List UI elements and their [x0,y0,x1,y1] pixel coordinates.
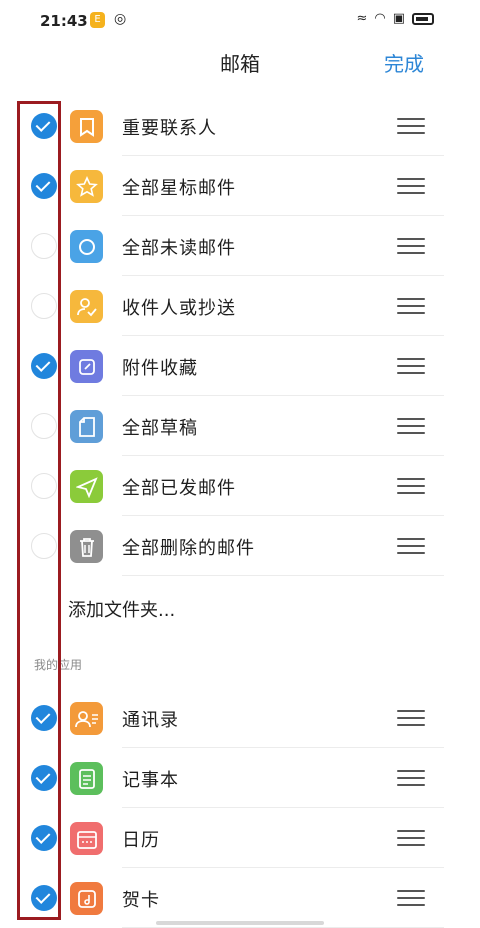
wifi-icon: ◠ [374,11,386,26]
unchecked-checkbox[interactable] [31,233,57,259]
status-icons: ≈ ◠ ▣ [356,11,434,26]
status-time: 21:43 [40,12,88,30]
drag-handle-icon[interactable] [397,890,425,906]
drag-handle-icon[interactable] [397,178,425,194]
list-item-label: 贺卡 [122,890,160,911]
notepad-icon [70,762,103,795]
checked-checkbox[interactable] [31,353,57,379]
status-bar: 21:43 E ◎ ≈ ◠ ▣ [0,0,480,44]
apps-section-label: 我的应用 [34,658,83,672]
list-item[interactable]: 贺卡 [0,868,480,928]
unchecked-checkbox[interactable] [31,473,57,499]
unchecked-checkbox[interactable] [31,413,57,439]
drag-handle-icon[interactable] [397,118,425,134]
home-indicator [156,921,324,925]
card-icon [70,882,103,915]
checked-checkbox[interactable] [31,765,57,791]
list-item-label: 记事本 [122,770,179,791]
list-item-label: 附件收藏 [122,358,198,379]
drag-handle-icon[interactable] [397,418,425,434]
drag-handle-icon[interactable] [397,238,425,254]
drag-handle-icon[interactable] [397,538,425,554]
drag-handle-icon[interactable] [397,830,425,846]
sim-icon: ▣ [392,11,405,26]
checked-checkbox[interactable] [31,173,57,199]
list-item-label: 重要联系人 [122,118,217,139]
drag-handle-icon[interactable] [397,358,425,374]
battery-icon [412,12,434,25]
done-button[interactable]: 完成 [384,48,424,77]
drag-handle-icon[interactable] [397,298,425,314]
checked-checkbox[interactable] [31,825,57,851]
list-item[interactable]: 全部已发邮件 [0,456,480,516]
list-item[interactable]: 日历 [0,808,480,868]
list-item-label: 全部删除的邮件 [122,538,255,559]
list-item-label: 收件人或抄送 [122,298,236,319]
trash-icon [70,530,103,563]
drag-handle-icon[interactable] [397,770,425,786]
list-item-label: 全部草稿 [122,418,198,439]
checked-checkbox[interactable] [31,113,57,139]
drag-handle-icon[interactable] [397,478,425,494]
divider [122,575,444,576]
contacts-icon [70,702,103,735]
list-item-label: 全部未读邮件 [122,238,236,259]
send-icon [70,470,103,503]
unchecked-checkbox[interactable] [31,533,57,559]
bookmark-icon [70,110,103,143]
calendar-icon [70,822,103,855]
circle-icon [70,230,103,263]
list-item[interactable]: 重要联系人 [0,96,480,156]
star-icon [70,170,103,203]
app-notification-icon: E [90,12,105,28]
draft-icon [70,410,103,443]
list-item[interactable]: 全部未读邮件 [0,216,480,276]
list-item[interactable]: 附件收藏 [0,336,480,396]
list-item[interactable]: 全部草稿 [0,396,480,456]
unchecked-checkbox[interactable] [31,293,57,319]
signal-icon: ≈ [356,11,368,26]
attachment-icon [70,350,103,383]
list-item[interactable]: 全部星标邮件 [0,156,480,216]
location-icon: ◎ [114,11,127,27]
drag-handle-icon[interactable] [397,710,425,726]
list-item-label: 日历 [122,830,160,851]
list-item[interactable]: 通讯录 [0,688,480,748]
add-folder-button[interactable]: 添加文件夹... [68,596,175,622]
list-item[interactable]: 收件人或抄送 [0,276,480,336]
checked-checkbox[interactable] [31,885,57,911]
list-item-label: 全部星标邮件 [122,178,236,199]
list-item[interactable]: 记事本 [0,748,480,808]
list-item[interactable]: 全部删除的邮件 [0,516,480,576]
list-item-label: 通讯录 [122,710,179,731]
checked-checkbox[interactable] [31,705,57,731]
list-item-label: 全部已发邮件 [122,478,236,499]
user-check-icon [70,290,103,323]
